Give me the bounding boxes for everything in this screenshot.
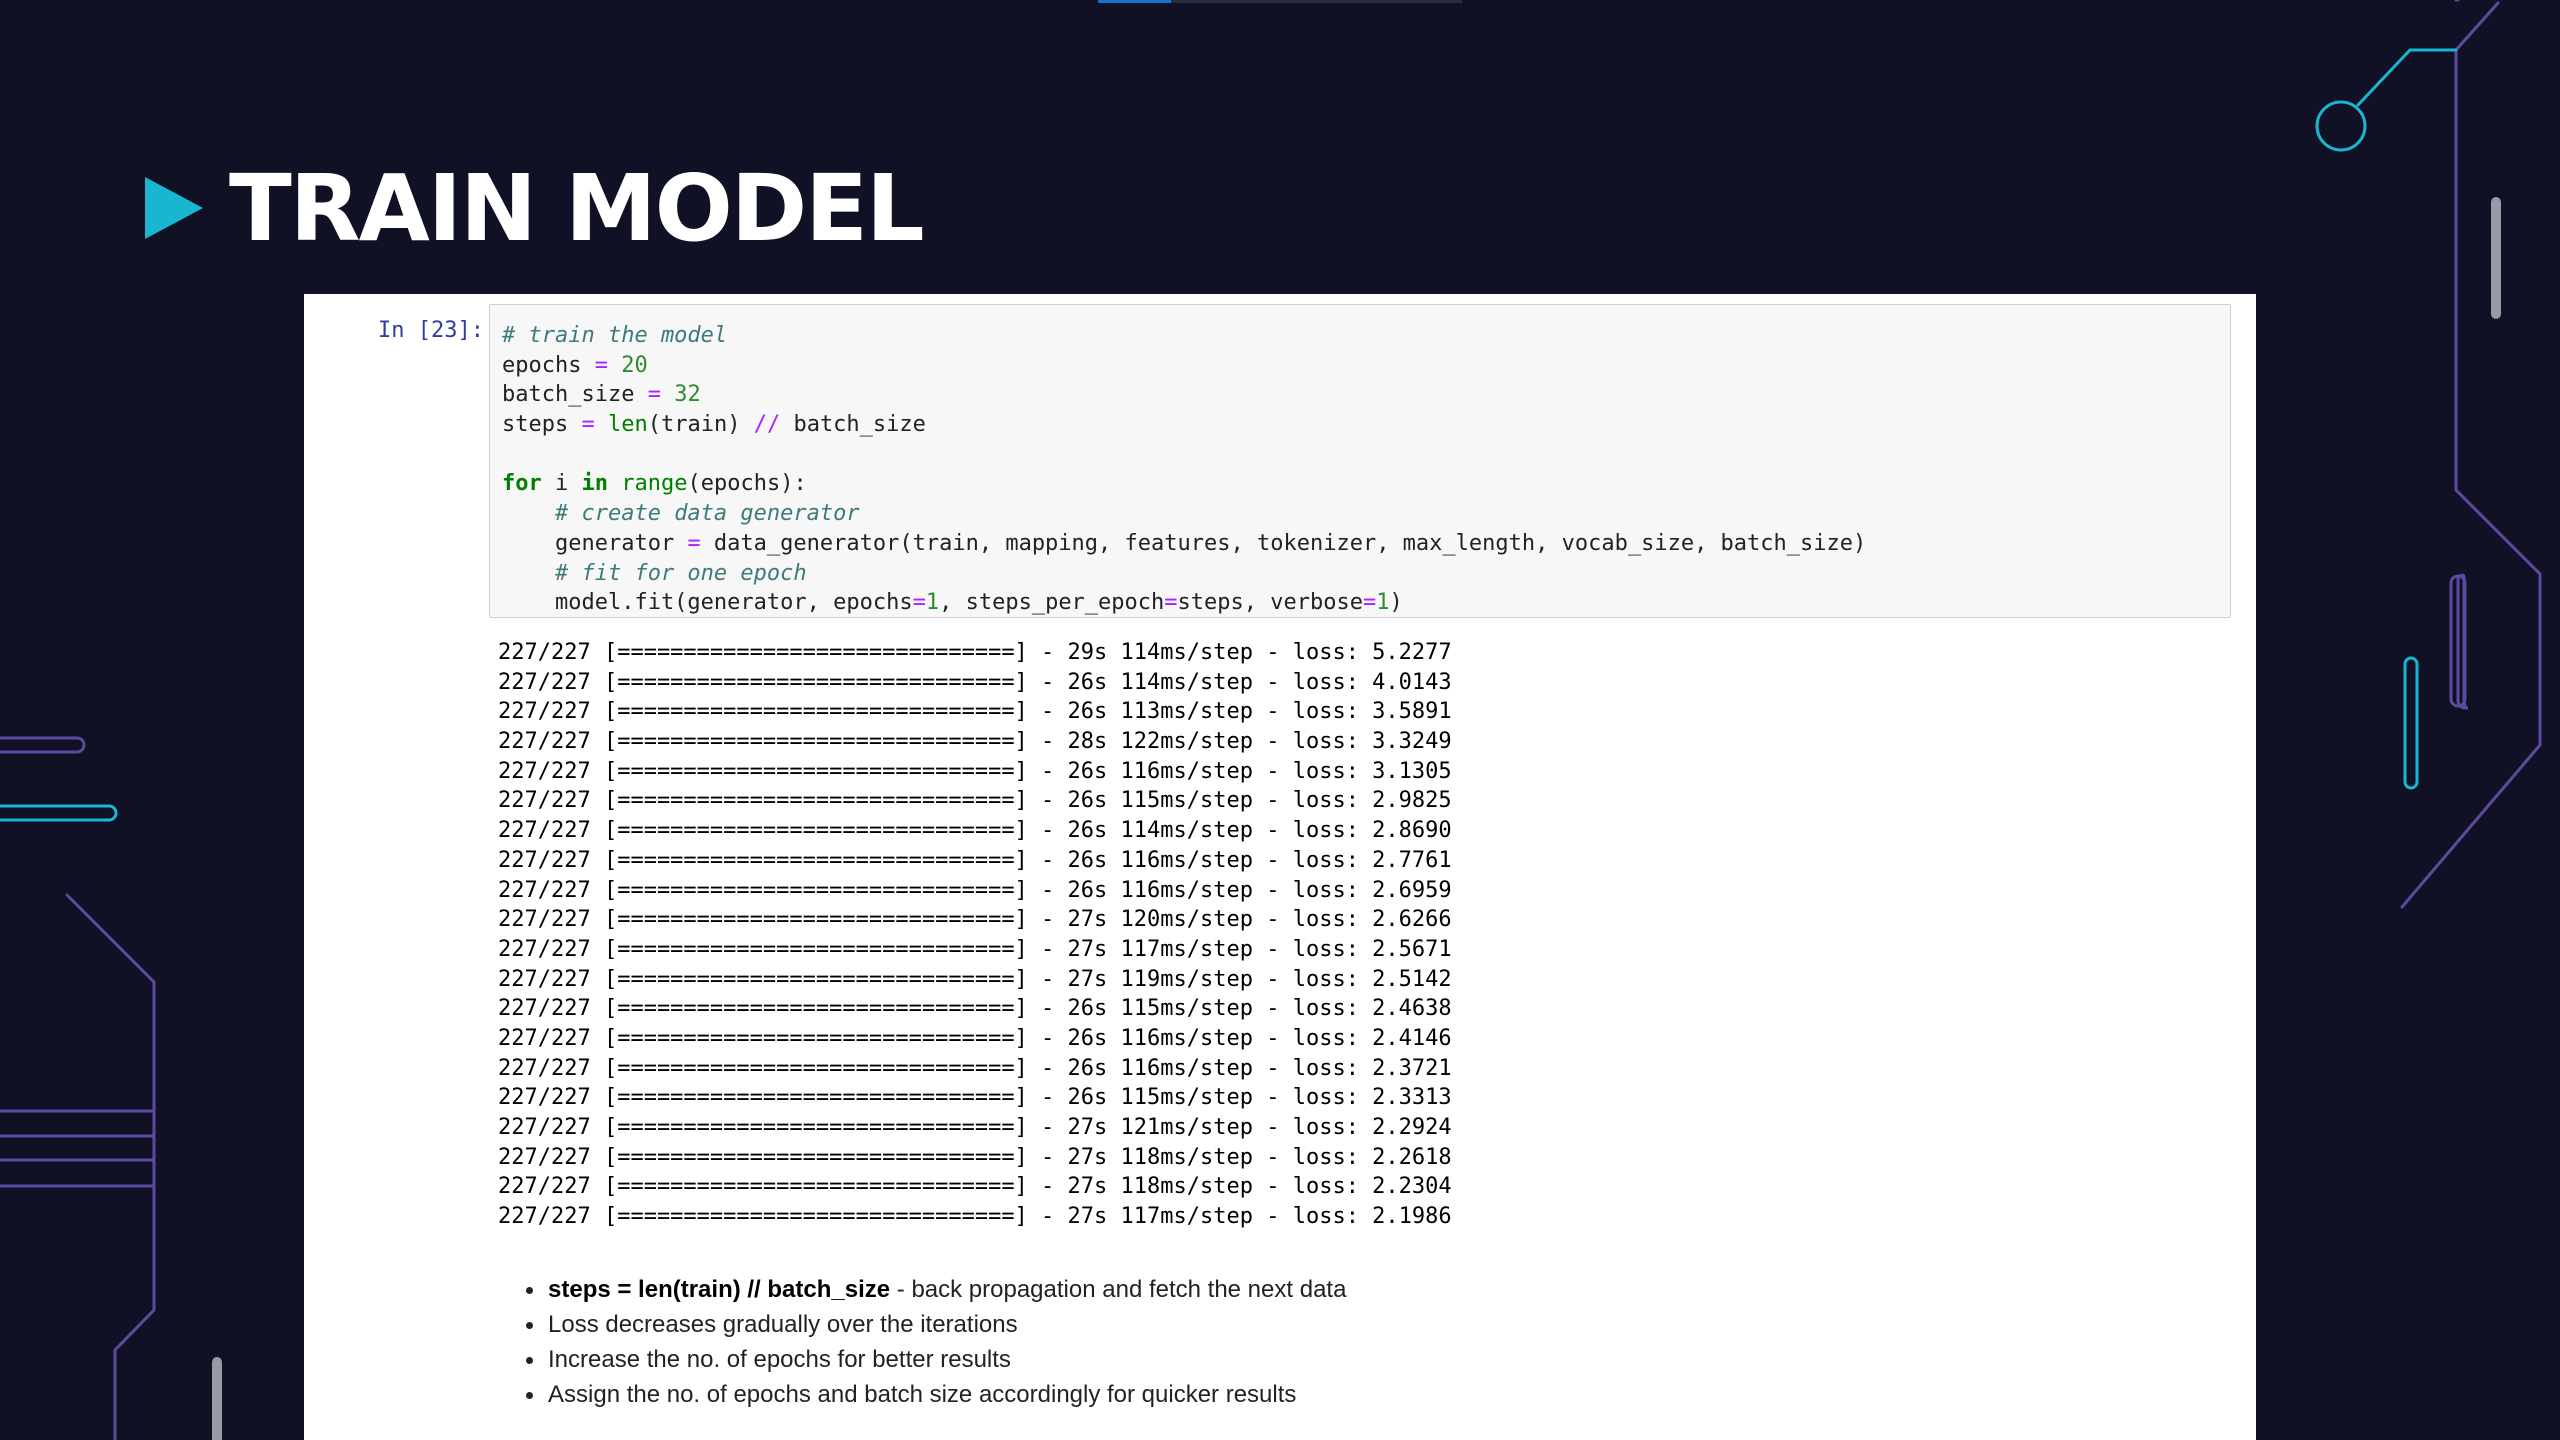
output-line: 227/227 [==============================]… — [498, 788, 1452, 814]
cell-prompt: In [23]: — [378, 318, 484, 343]
output-line: 227/227 [==============================]… — [498, 640, 1452, 665]
code-line: model.fit(generator, epochs=1, steps_per… — [502, 590, 1403, 616]
slide-progress-fill — [1098, 0, 1171, 3]
code-cell[interactable]: # train the model epochs = 20 batch_size… — [489, 304, 2231, 618]
note-item: Loss decreases gradually over the iterat… — [522, 1307, 1346, 1342]
code-line: # train the model — [502, 321, 2220, 351]
code-line: epochs = 20 — [502, 352, 648, 378]
output-line: 227/227 [==============================]… — [498, 1115, 1452, 1140]
output-line: 227/227 [==============================]… — [498, 1025, 1452, 1051]
output-line: 227/227 [==============================]… — [498, 699, 1452, 725]
code-line: batch_size = 32 — [502, 382, 701, 408]
output-line: 227/227 [==============================]… — [498, 907, 1452, 933]
output-line: 227/227 [==============================]… — [498, 729, 1452, 755]
output-line: 227/227 [==============================]… — [498, 1174, 1452, 1200]
code-line: # fit for one epoch — [554, 560, 807, 586]
note-bold: steps = len(train) // batch_size — [548, 1276, 891, 1303]
notebook-panel: In [23]: # train the model epochs = 20 b… — [304, 294, 2256, 1440]
output-line: 227/227 [==============================]… — [498, 1085, 1452, 1111]
output-line: 227/227 [==============================]… — [498, 1144, 1452, 1170]
slide: TRAIN MODEL In [23]: # train the model e… — [0, 0, 2560, 1440]
note-text: - back propagation and fetch the next da… — [890, 1276, 1347, 1303]
output-line: 227/227 [==============================]… — [498, 966, 1452, 992]
slide-progress-bar — [1098, 0, 1462, 3]
cell-output: 227/227 [==============================]… — [498, 638, 1698, 1232]
note-item: Assign the no. of epochs and batch size … — [522, 1377, 1346, 1412]
output-line: 227/227 [==============================]… — [498, 847, 1452, 873]
code-comment: # train the model — [502, 323, 728, 348]
code-line: for i in range(epochs): — [502, 471, 807, 497]
slide-title: TRAIN MODEL — [229, 154, 925, 262]
title-row: TRAIN MODEL — [145, 148, 925, 268]
output-line: 227/227 [==============================]… — [498, 758, 1452, 784]
note-item: steps = len(train) // batch_size - back … — [522, 1272, 1346, 1307]
code-line: steps = len(train) // batch_size — [502, 412, 926, 438]
output-line: 227/227 [==============================]… — [498, 1204, 1452, 1230]
play-triangle-icon — [145, 177, 203, 239]
output-line: 227/227 [==============================]… — [498, 877, 1452, 903]
output-line: 227/227 [==============================]… — [498, 669, 1452, 695]
output-line: 227/227 [==============================]… — [498, 936, 1452, 962]
notes-list: steps = len(train) // batch_size - back … — [522, 1272, 1346, 1412]
output-line: 227/227 [==============================]… — [498, 996, 1452, 1022]
note-item: Increase the no. of epochs for better re… — [522, 1342, 1346, 1377]
code-line: generator = data_generator(train, mappin… — [502, 530, 1867, 556]
output-line: 227/227 [==============================]… — [498, 1055, 1452, 1081]
output-line: 227/227 [==============================]… — [498, 818, 1452, 844]
code-line: # create data generator — [554, 501, 860, 527]
